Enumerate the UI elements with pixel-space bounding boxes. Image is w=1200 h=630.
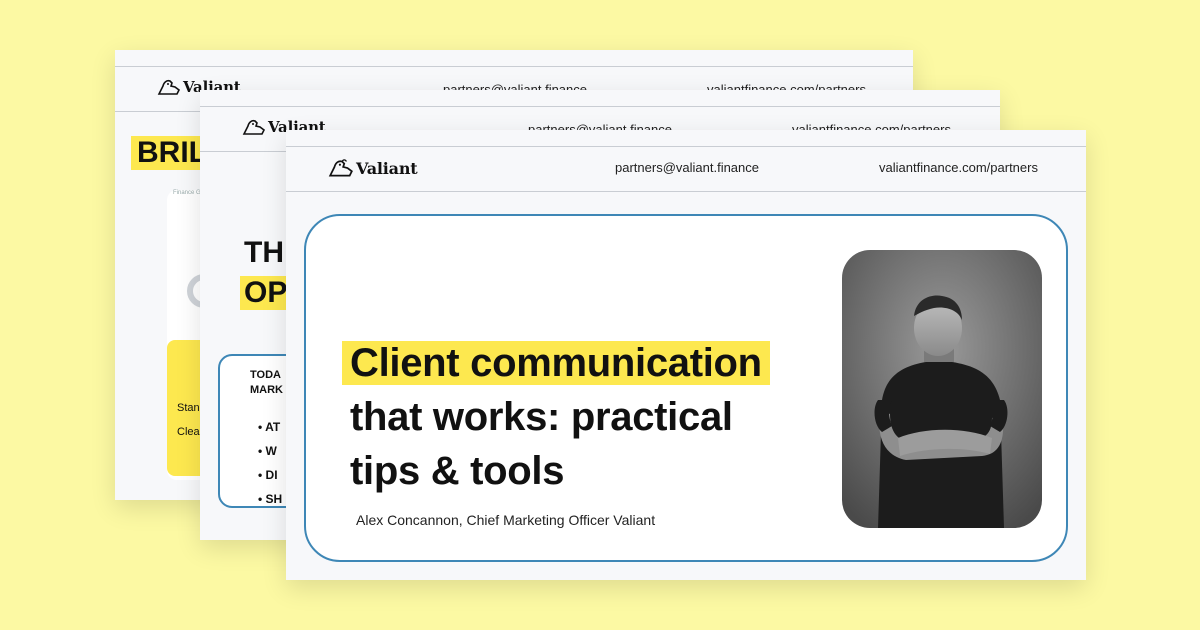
valiant-logo: Valiant [328,158,418,178]
speaker-photo [842,250,1042,528]
agenda-bullet: • DI [258,468,278,482]
person-portrait-image [842,250,1042,528]
lion-icon [157,79,181,95]
agenda-bullet: • SH [258,492,283,506]
card-text-1: Stan [177,402,200,414]
title-line-3: tips & tools [350,449,565,493]
slide-heading-line1: TH [244,236,284,269]
header-email: partners@valiant.finance [615,160,759,175]
title-highlight: Client communication [342,341,770,385]
agenda-label: TODA MARK [250,369,283,396]
presentation-title: Client communication that works: practic… [342,336,822,498]
title-line-2: that works: practical [350,395,733,439]
speaker-credit: Alex Concannon, Chief Marketing Officer … [356,512,656,528]
logo-text: Valiant [356,158,418,178]
slide-heading-line2: OP [240,276,292,310]
main-slide: Valiant partners@valiant.finance valiant… [286,130,1086,580]
lion-icon [242,119,266,135]
agenda-bullet: • W [258,444,277,458]
header-url: valiantfinance.com/partners [879,160,1038,175]
title-card: Client communication that works: practic… [304,214,1068,562]
lion-icon [328,159,353,177]
agenda-bullet: • AT [258,420,281,434]
